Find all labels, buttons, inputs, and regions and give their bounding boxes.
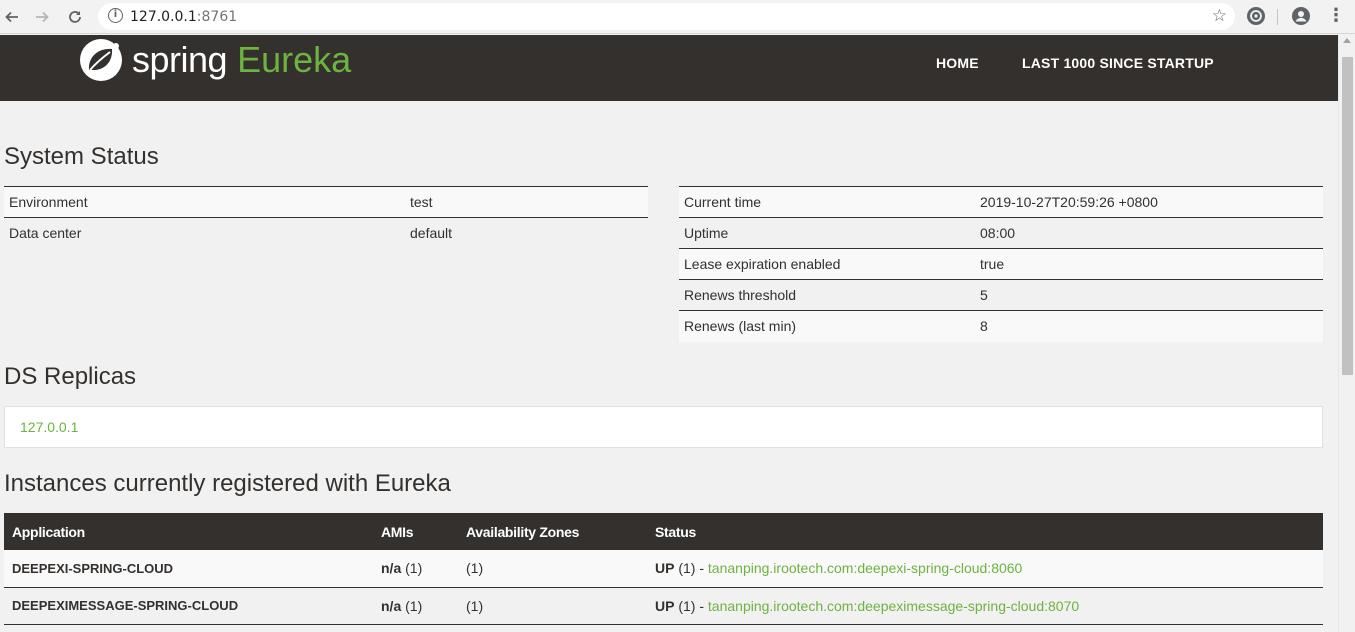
status-value: 5	[975, 279, 1323, 311]
toolbar-divider	[1277, 9, 1278, 25]
status-cell: UP (1) - tananping.irootech.com:deepexi-…	[647, 550, 1323, 588]
status-count: (1) -	[678, 597, 708, 614]
product-name: Eureka	[237, 39, 352, 80]
status-badge: UP	[655, 597, 675, 614]
reload-icon[interactable]	[64, 6, 86, 28]
status-key: Renews threshold	[679, 279, 975, 311]
back-icon[interactable]	[1, 6, 23, 28]
status-key: Lease expiration enabled	[679, 248, 975, 280]
table-row: Data center default	[4, 217, 648, 249]
status-value: 8	[975, 310, 1323, 342]
site-header: spring Eureka HOME LAST 1000 SINCE START…	[0, 35, 1338, 101]
forward-icon[interactable]	[31, 6, 53, 28]
status-value: default	[405, 217, 648, 249]
status-value: 2019-10-27T20:59:26 +0800	[975, 186, 1323, 218]
nav-last-1000-link[interactable]: LAST 1000 SINCE STARTUP	[1022, 55, 1214, 71]
status-value: test	[405, 186, 648, 218]
system-status-heading: System Status	[4, 143, 159, 170]
table-row: Renews threshold 5	[679, 279, 1323, 311]
ds-replicas-heading: DS Replicas	[4, 363, 137, 390]
profile-avatar-icon[interactable]	[1292, 7, 1310, 25]
column-header-application: Application	[4, 513, 373, 550]
more-vert-icon[interactable]: ⋮	[1327, 4, 1345, 28]
scroll-up-arrow-icon[interactable]	[1343, 38, 1351, 43]
scroll-thumb[interactable]	[1342, 57, 1353, 375]
status-cell: UP (1) - tananping.irootech.com:deepexim…	[647, 587, 1323, 625]
ami-cell: n/a (1)	[373, 550, 458, 588]
scrollbar[interactable]	[1338, 35, 1355, 632]
instances-heading: Instances currently registered with Eure…	[4, 470, 451, 497]
application-name: DEEPEXI-SPRING-CLOUD	[4, 550, 373, 588]
instance-link[interactable]: tananping.irootech.com:deepeximessage-sp…	[708, 598, 1079, 614]
system-status-right-table: Current time 2019-10-27T20:59:26 +0800 U…	[679, 186, 1323, 342]
table-row: Environment test	[4, 186, 648, 218]
table-row: DEEPEXI-SPRING-CLOUD n/a (1) (1) UP (1) …	[4, 550, 1323, 588]
instances-table: Application AMIs Availability Zones Stat…	[4, 513, 1323, 625]
table-row: Lease expiration enabled true	[679, 248, 1323, 280]
column-header-amis: AMIs	[373, 513, 458, 550]
spring-leaf-icon	[80, 39, 122, 81]
status-key: Data center	[4, 217, 405, 249]
table-row: Uptime 08:00	[679, 217, 1323, 249]
system-status-left-table: Environment test Data center default	[4, 186, 648, 249]
status-value: true	[975, 248, 1323, 280]
star-icon[interactable]: ☆	[1212, 6, 1227, 26]
status-key: Renews (last min)	[679, 310, 975, 342]
instance-link[interactable]: tananping.irootech.com:deepexi-spring-cl…	[708, 560, 1022, 576]
replicas-list: 127.0.0.1	[4, 406, 1323, 448]
browser-toolbar: i 127.0.0.1:8761 ☆ ⋮	[0, 0, 1355, 34]
info-icon[interactable]: i	[108, 8, 123, 23]
status-key: Environment	[4, 186, 405, 218]
replica-link[interactable]: 127.0.0.1	[20, 419, 78, 435]
column-header-status: Status	[647, 513, 1323, 550]
status-count: (1) -	[678, 560, 708, 577]
status-badge: UP	[655, 560, 675, 577]
ami-value: n/a	[381, 560, 402, 577]
url-text[interactable]: 127.0.0.1:8761	[130, 9, 237, 25]
table-row: DEEPEXIMESSAGE-SPRING-CLOUD n/a (1) (1) …	[4, 587, 1323, 625]
ami-count: (1)	[405, 597, 423, 614]
extension-icon[interactable]	[1247, 7, 1265, 25]
table-row: Renews (last min) 8	[679, 310, 1323, 342]
status-key: Current time	[679, 186, 975, 218]
table-header-row: Application AMIs Availability Zones Stat…	[4, 513, 1323, 550]
status-value: 08:00	[975, 217, 1323, 249]
column-header-zones: Availability Zones	[458, 513, 647, 550]
ami-count: (1)	[405, 560, 423, 577]
application-name: DEEPEXIMESSAGE-SPRING-CLOUD	[4, 587, 373, 625]
status-key: Uptime	[679, 217, 975, 249]
table-row: Current time 2019-10-27T20:59:26 +0800	[679, 186, 1323, 218]
zones-cell: (1)	[458, 550, 647, 588]
zones-cell: (1)	[458, 587, 647, 625]
ami-value: n/a	[381, 597, 402, 614]
spring-eureka-logo[interactable]: spring Eureka	[78, 37, 351, 83]
ami-cell: n/a (1)	[373, 587, 458, 625]
nav-home-link[interactable]: HOME	[936, 55, 979, 71]
brand-name: spring	[132, 39, 228, 80]
address-bar[interactable]: i 127.0.0.1:8761 ☆	[98, 3, 1235, 30]
